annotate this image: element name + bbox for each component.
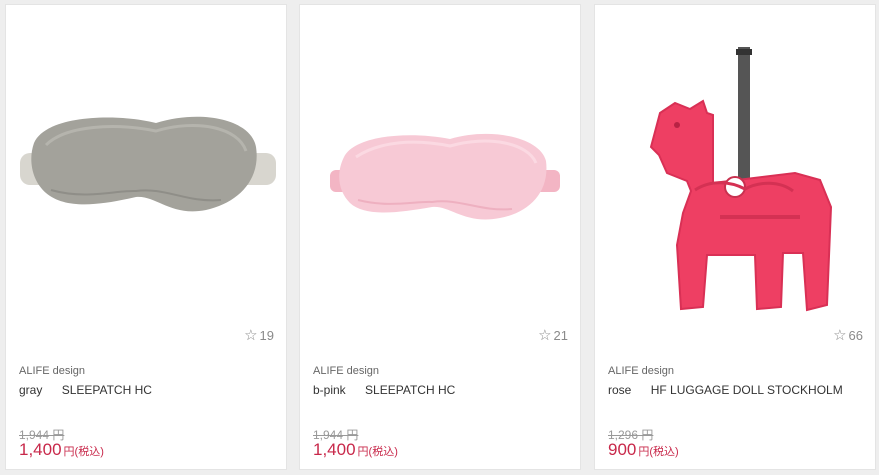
sale-price: 1,400 円(税込) — [19, 440, 104, 460]
star-outline-icon: ☆ — [244, 327, 258, 344]
product-card[interactable]: ☆ 66 ALIFE design rose HF LUGGAGE DOLL S… — [594, 4, 876, 470]
favorite-count[interactable]: ☆ 21 — [538, 328, 568, 343]
product-brand[interactable]: ALIFE design — [19, 365, 85, 377]
sale-price-value: 1,400 — [19, 440, 62, 459]
product-brand[interactable]: ALIFE design — [608, 365, 674, 377]
favorite-count[interactable]: ☆ 66 — [833, 328, 863, 343]
product-color: gray — [19, 383, 43, 397]
gray-sleep-mask-image[interactable] — [6, 5, 286, 325]
product-color: rose — [608, 383, 632, 397]
product-name-row[interactable]: b-pink SLEEPATCH HC — [313, 383, 455, 397]
product-name: HF LUGGAGE DOLL STOCKHOLM — [650, 383, 843, 397]
product-name-row[interactable]: gray SLEEPATCH HC — [19, 383, 152, 397]
product-name-row[interactable]: rose HF LUGGAGE DOLL STOCKHOLM — [608, 383, 843, 397]
price-unit: 円(税込) — [638, 446, 679, 458]
product-brand[interactable]: ALIFE design — [313, 365, 379, 377]
favorite-count-value: 21 — [553, 328, 568, 343]
sale-price-value: 1,400 — [313, 440, 356, 459]
product-grid: ☆ 19 ALIFE design gray SLEEPATCH HC 1,94… — [0, 0, 879, 475]
favorite-count-value: 19 — [259, 328, 274, 343]
product-name: SLEEPATCH HC — [365, 383, 456, 397]
horse-luggage-tag-image[interactable] — [595, 5, 875, 325]
favorite-count[interactable]: ☆ 19 — [244, 328, 274, 343]
pink-sleep-mask-image[interactable] — [300, 5, 580, 325]
price-unit: 円(税込) — [63, 446, 104, 458]
product-name: SLEEPATCH HC — [61, 383, 152, 397]
star-outline-icon: ☆ — [833, 327, 847, 344]
favorite-count-value: 66 — [848, 328, 863, 343]
product-card[interactable]: ☆ 19 ALIFE design gray SLEEPATCH HC 1,94… — [5, 4, 287, 470]
sale-price-value: 900 — [608, 440, 637, 459]
sale-price: 1,400 円(税込) — [313, 440, 398, 460]
sale-price: 900 円(税込) — [608, 440, 679, 460]
price-unit: 円(税込) — [357, 446, 398, 458]
product-color: b-pink — [313, 383, 346, 397]
star-outline-icon: ☆ — [538, 327, 552, 344]
product-card[interactable]: ☆ 21 ALIFE design b-pink SLEEPATCH HC 1,… — [299, 4, 581, 470]
